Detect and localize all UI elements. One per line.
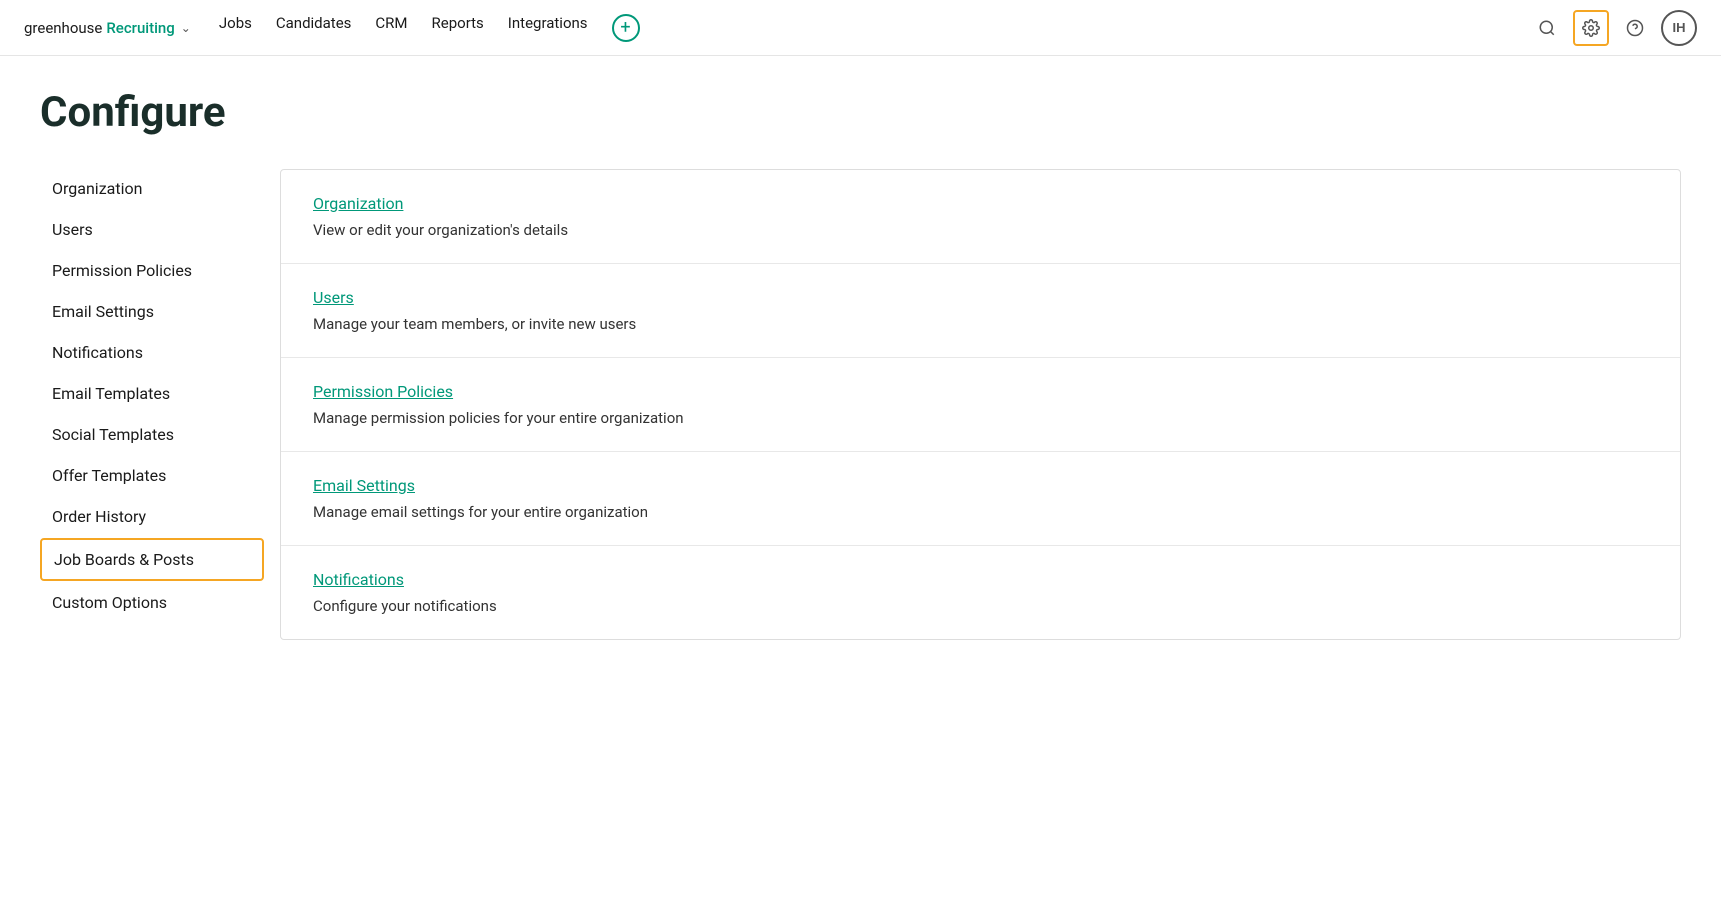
nav-links: Jobs Candidates CRM Reports Integrations… [219,14,1501,42]
top-navigation: greenhouse Recruiting ⌄ Jobs Candidates … [0,0,1721,56]
sidebar-item-permission-policies[interactable]: Permission Policies [40,251,264,290]
sidebar-item-email-settings[interactable]: Email Settings [40,292,264,331]
content-item-email-settings: Email Settings Manage email settings for… [281,452,1680,546]
permission-policies-link[interactable]: Permission Policies [313,382,453,401]
sidebar-item-custom-options[interactable]: Custom Options [40,583,264,622]
page-container: Configure Organization Users Permission … [0,56,1721,640]
content-area: Organization View or edit your organizat… [280,169,1681,640]
users-description: Manage your team members, or invite new … [313,315,1648,333]
page-title: Configure [40,88,1681,137]
users-link[interactable]: Users [313,288,354,307]
chevron-down-icon: ⌄ [181,21,191,35]
add-button[interactable]: + [612,14,640,42]
email-settings-link[interactable]: Email Settings [313,476,415,495]
sidebar-item-job-boards-posts[interactable]: Job Boards & Posts [40,538,264,581]
settings-button[interactable] [1573,10,1609,46]
brand-greenhouse-text: greenhouse [24,19,102,37]
notifications-link[interactable]: Notifications [313,570,404,589]
nav-integrations[interactable]: Integrations [508,14,588,42]
sidebar-item-email-templates[interactable]: Email Templates [40,374,264,413]
permission-policies-description: Manage permission policies for your enti… [313,409,1648,427]
nav-candidates[interactable]: Candidates [276,14,352,42]
nav-right-actions: IH [1529,10,1697,46]
brand-logo[interactable]: greenhouse Recruiting ⌄ [24,19,191,37]
email-settings-description: Manage email settings for your entire or… [313,503,1648,521]
notifications-description: Configure your notifications [313,597,1648,615]
sidebar: Organization Users Permission Policies E… [40,169,280,640]
content-item-users: Users Manage your team members, or invit… [281,264,1680,358]
nav-reports[interactable]: Reports [432,14,484,42]
nav-crm[interactable]: CRM [375,14,407,42]
main-layout: Organization Users Permission Policies E… [40,169,1681,640]
help-button[interactable] [1617,10,1653,46]
search-button[interactable] [1529,10,1565,46]
brand-recruiting-text: Recruiting [106,19,174,37]
nav-jobs[interactable]: Jobs [219,14,252,42]
organization-link[interactable]: Organization [313,194,403,213]
sidebar-item-users[interactable]: Users [40,210,264,249]
organization-description: View or edit your organization's details [313,221,1648,239]
sidebar-item-offer-templates[interactable]: Offer Templates [40,456,264,495]
sidebar-item-order-history[interactable]: Order History [40,497,264,536]
content-item-notifications: Notifications Configure your notificatio… [281,546,1680,639]
content-item-permission-policies: Permission Policies Manage permission po… [281,358,1680,452]
sidebar-item-notifications[interactable]: Notifications [40,333,264,372]
user-avatar-button[interactable]: IH [1661,10,1697,46]
sidebar-item-organization[interactable]: Organization [40,169,264,208]
content-item-organization: Organization View or edit your organizat… [281,170,1680,264]
sidebar-item-social-templates[interactable]: Social Templates [40,415,264,454]
